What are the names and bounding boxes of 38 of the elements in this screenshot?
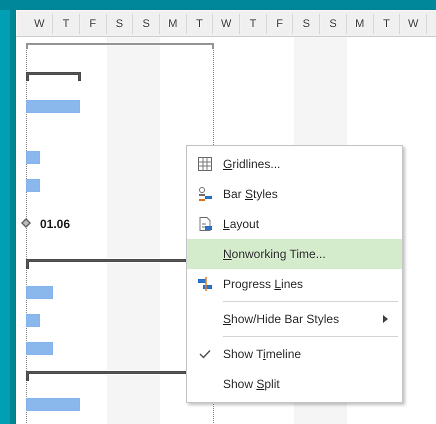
menu-item[interactable]: Layout bbox=[187, 209, 402, 239]
day-label: S bbox=[142, 16, 150, 32]
menu-item[interactable]: Show Split bbox=[187, 369, 402, 399]
day-label: M bbox=[168, 16, 178, 32]
milestone-date: 01.06 bbox=[40, 216, 70, 233]
task-bar bbox=[26, 179, 40, 192]
day-label: T bbox=[196, 16, 203, 32]
day-label: S bbox=[116, 16, 124, 32]
task-bar bbox=[26, 398, 80, 411]
day-label: W bbox=[221, 16, 232, 32]
grid-icon bbox=[197, 156, 213, 172]
task-bar bbox=[26, 342, 53, 355]
task-bar bbox=[26, 100, 80, 113]
menu-item[interactable]: Bar Styles bbox=[187, 179, 402, 209]
summary-bar bbox=[26, 72, 81, 81]
day-label: M bbox=[355, 16, 364, 32]
progress-lines-icon bbox=[197, 276, 213, 292]
milestone-icon bbox=[20, 217, 32, 229]
menu-item[interactable]: Progress Lines bbox=[187, 269, 402, 299]
day-label: W bbox=[408, 16, 418, 32]
day-label: W bbox=[34, 16, 45, 32]
day-label: S bbox=[329, 16, 337, 32]
document-icon bbox=[197, 216, 213, 232]
menu-item[interactable]: Show/Hide Bar Styles bbox=[187, 304, 402, 334]
bar-styles-icon bbox=[197, 186, 213, 202]
day-label: T bbox=[383, 16, 390, 32]
day-label: S bbox=[302, 16, 310, 32]
day-label: T bbox=[62, 16, 70, 32]
task-bar bbox=[26, 286, 53, 299]
menu-item[interactable]: Gridlines... bbox=[187, 149, 402, 179]
day-label: F bbox=[89, 16, 96, 32]
day-label: T bbox=[250, 16, 256, 32]
task-bar bbox=[26, 314, 40, 327]
menu-item[interactable]: Nonworking Time... bbox=[187, 239, 402, 269]
task-bar bbox=[26, 151, 40, 164]
menu-item[interactable]: Show Timeline bbox=[187, 339, 402, 369]
day-label: F bbox=[276, 16, 283, 32]
checkmark-icon bbox=[199, 349, 211, 359]
